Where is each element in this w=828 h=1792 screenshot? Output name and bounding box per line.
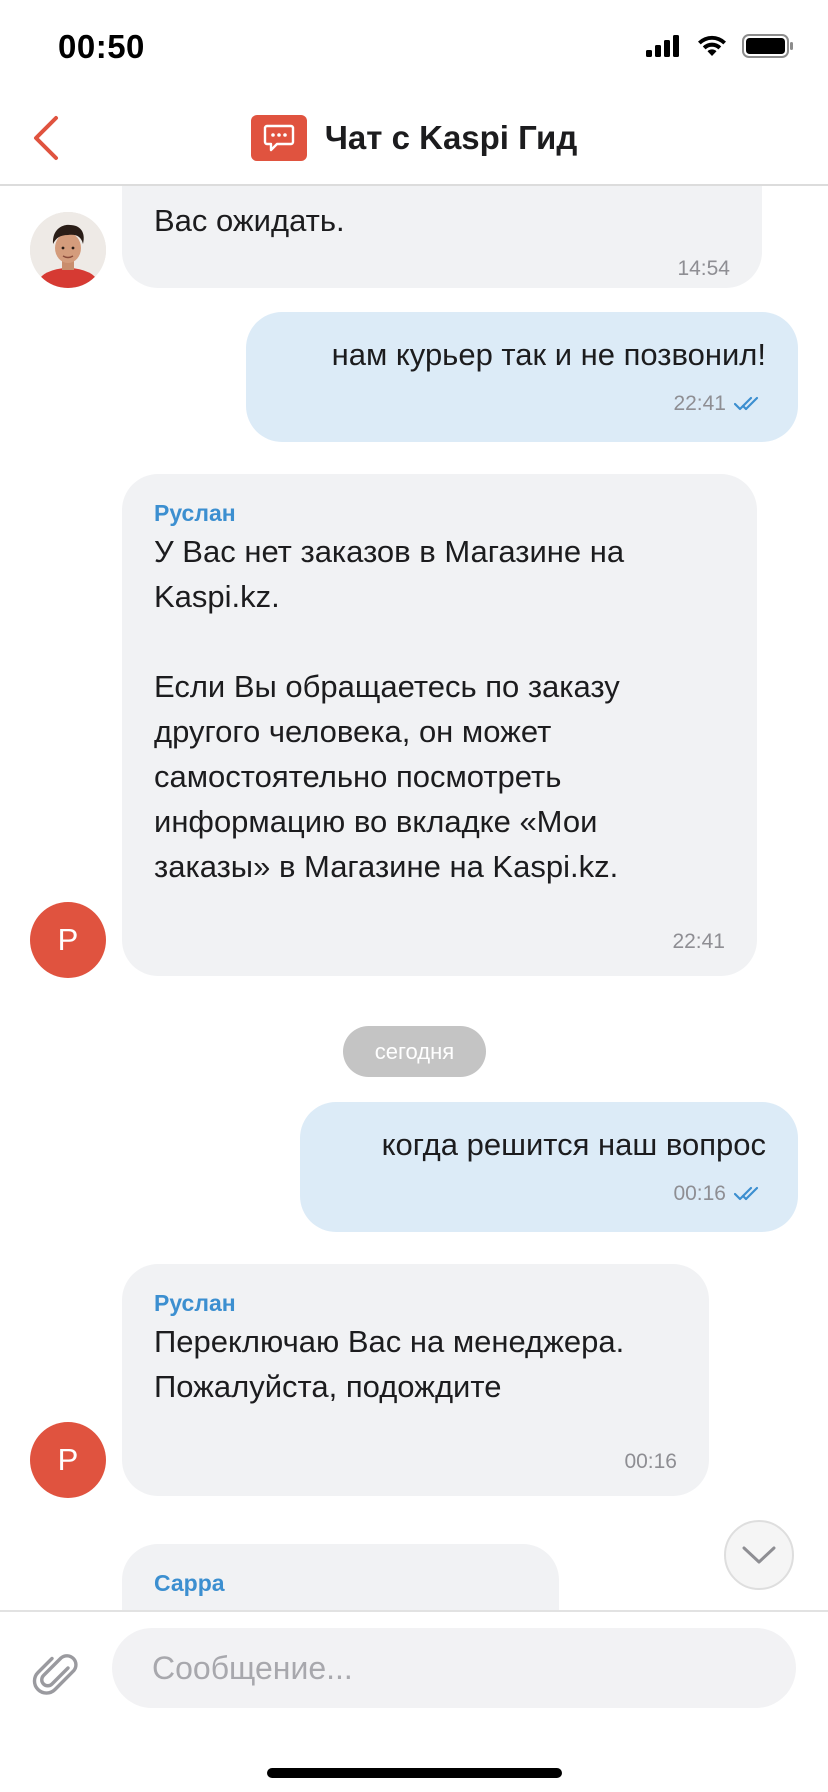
message-bubble-incoming[interactable]: Руслан Переключаю Вас на менеджера. Пожа… <box>122 1264 709 1496</box>
status-bar: 00:50 <box>0 0 828 92</box>
message-composer <box>0 1610 828 1792</box>
battery-icon <box>742 34 793 58</box>
agent-avatar-letter: Р <box>30 1422 106 1498</box>
chevron-left-icon <box>34 116 58 160</box>
message-list[interactable]: Вас ожидать. 14:54 нам курьер так и не п… <box>0 186 828 1610</box>
sender-name: Руслан <box>154 500 236 526</box>
attach-button[interactable] <box>30 1648 82 1700</box>
date-separator: сегодня <box>343 1026 486 1077</box>
message-time: 14:54 <box>677 257 730 280</box>
status-time: 00:50 <box>58 28 145 65</box>
scroll-to-bottom-button[interactable] <box>724 1520 794 1590</box>
header-title-group: Чат с Kaspi Гид <box>0 92 828 184</box>
agent-avatar-photo <box>30 212 106 288</box>
message-bubble-outgoing[interactable]: когда решится наш вопрос 00:16 <box>300 1102 798 1232</box>
paperclip-icon <box>32 1654 78 1695</box>
message-time: 22:41 <box>672 930 725 953</box>
wifi-icon <box>698 35 726 56</box>
message-bubble-outgoing[interactable]: нам курьер так и не позвонил! 22:41 <box>246 312 798 442</box>
message-time: 22:41 <box>673 392 726 415</box>
message-text: Вас ожидать. <box>154 203 345 238</box>
sender-name: Руслан <box>154 1290 236 1316</box>
message-time: 00:16 <box>673 1182 726 1205</box>
home-indicator <box>267 1768 562 1778</box>
status-icons <box>646 34 794 58</box>
message-bubble-incoming[interactable]: Вас ожидать. 14:54 <box>122 186 762 288</box>
chat-header: Чат с Kaspi Гид <box>0 92 828 186</box>
message-text: нам курьер так и не позвонил! <box>331 337 766 372</box>
message-text: У Вас нет заказов в Магазине на Kaspi.kz… <box>154 534 625 884</box>
message-text: Переключаю Вас на менеджера. Пожалуйста,… <box>154 1324 625 1404</box>
cellular-signal-icon <box>646 35 679 57</box>
double-check-icon <box>734 1186 759 1201</box>
back-button[interactable] <box>22 110 78 166</box>
double-check-icon <box>734 396 759 411</box>
chevron-down-icon <box>742 1546 776 1564</box>
agent-avatar-letter: Р <box>30 902 106 978</box>
message-text: когда решится наш вопрос <box>381 1127 766 1162</box>
chat-bubble-icon <box>250 115 307 161</box>
message-bubble-incoming[interactable]: Руслан У Вас нет заказов в Магазине на K… <box>122 474 757 976</box>
page-title: Чат с Kaspi Гид <box>324 119 578 156</box>
message-bubble-incoming[interactable]: Сарра <box>122 1544 559 1610</box>
sender-name: Сарра <box>154 1570 225 1596</box>
message-input[interactable] <box>112 1628 796 1708</box>
message-time: 00:16 <box>624 1450 677 1473</box>
